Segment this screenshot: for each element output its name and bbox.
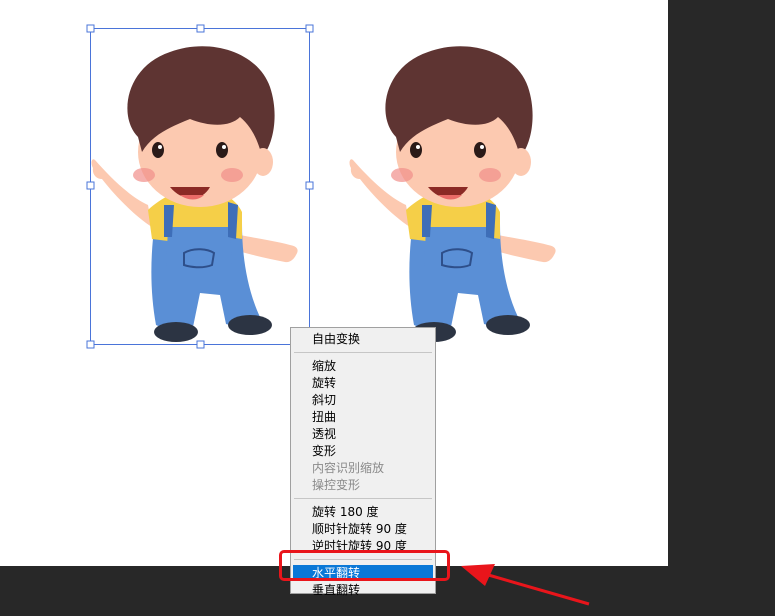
boy-illustration-right bbox=[348, 45, 557, 344]
transform-handle-bm bbox=[196, 340, 205, 349]
transform-handle-tl bbox=[86, 24, 95, 33]
menu-item[interactable]: 扭曲 bbox=[293, 409, 433, 425]
menu-separator bbox=[294, 352, 432, 353]
menu-item[interactable]: 旋转 bbox=[293, 375, 433, 391]
menu-item[interactable]: 斜切 bbox=[293, 392, 433, 408]
menu-item: 内容识别缩放 bbox=[312, 461, 385, 475]
menu-item[interactable]: 透视 bbox=[293, 426, 433, 442]
transform-handle-mr bbox=[305, 181, 314, 190]
menu-separator bbox=[294, 498, 432, 499]
menu-item[interactable]: 顺时针旋转 90 度 bbox=[293, 521, 433, 537]
transform-handle-tm bbox=[196, 24, 205, 33]
menu-item[interactable]: 变形 bbox=[293, 443, 433, 459]
transform-handle-bl bbox=[86, 340, 95, 349]
menu-item[interactable]: 自由变换 bbox=[293, 331, 433, 347]
annotation-arrow-icon bbox=[461, 564, 590, 606]
transform-handle-ml bbox=[86, 181, 95, 190]
annotation-highlight-box bbox=[279, 550, 450, 581]
menu-item: 操控变形 bbox=[312, 478, 361, 492]
menu-item[interactable]: 垂直翻转 bbox=[293, 582, 433, 598]
menu-item[interactable]: 缩放 bbox=[293, 358, 433, 374]
transform-handle-tr bbox=[305, 24, 314, 33]
boy-illustration-left[interactable] bbox=[90, 45, 299, 344]
menu-item[interactable]: 旋转 180 度 bbox=[293, 504, 433, 520]
